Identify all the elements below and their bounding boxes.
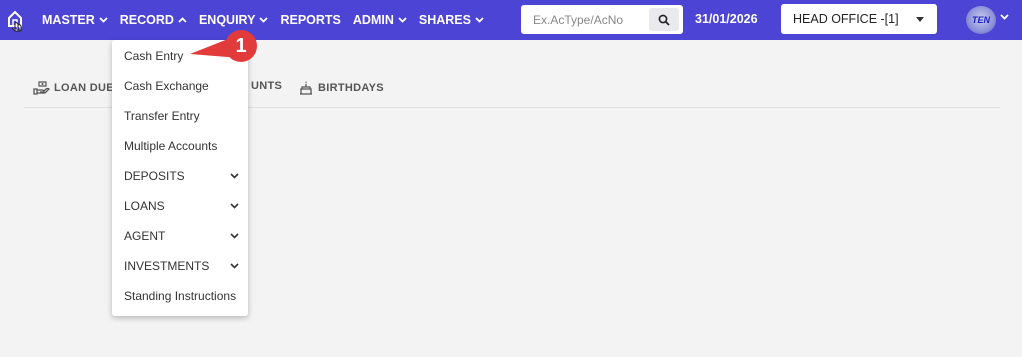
- chevron-down-icon: [230, 203, 239, 209]
- account-search: [521, 5, 683, 34]
- menu-item-label: INVESTMENTS: [124, 259, 210, 273]
- menu-item-label: Transfer Entry: [124, 109, 200, 123]
- tab-birthdays-label: BIRTHDAYS: [318, 81, 384, 94]
- menu-item-multiple-accounts[interactable]: Multiple Accounts: [124, 137, 239, 155]
- menu-item-label: DEPOSITS: [124, 169, 185, 183]
- nav-enquiry-label: ENQUIRY: [198, 13, 256, 27]
- menu-item-standing-instructions[interactable]: Standing Instructions: [124, 287, 239, 305]
- chevron-down-icon: [230, 263, 239, 269]
- menu-item-deposits[interactable]: DEPOSITS: [124, 167, 239, 185]
- top-navbar: MASTER RECORD ENQUIRY REPORTS ADMIN SHAR…: [0, 0, 1022, 40]
- logo-text: TEN: [972, 15, 990, 25]
- nav-shares-label: SHARES: [418, 13, 471, 27]
- nav-enquiry[interactable]: ENQUIRY: [199, 13, 269, 27]
- hand-coin-icon: [33, 81, 50, 95]
- caret-down-icon: [916, 17, 924, 22]
- business-date: 31/01/2026: [695, 12, 758, 26]
- menu-item-transfer-entry[interactable]: Transfer Entry: [124, 107, 239, 125]
- record-dropdown-menu: Cash Entry Cash Exchange Transfer Entry …: [112, 40, 248, 316]
- nav-admin-label: ADMIN: [352, 13, 394, 27]
- tab-loan-due-label: LOAN DUE: [54, 81, 114, 94]
- menu-item-label: Standing Instructions: [124, 289, 237, 303]
- nav-reports[interactable]: REPORTS: [280, 13, 340, 27]
- nav-master[interactable]: MASTER: [42, 13, 108, 27]
- branch-select-value: HEAD OFFICE -[1]: [793, 12, 899, 26]
- user-avatar-logo[interactable]: TEN: [966, 6, 996, 34]
- branch-select[interactable]: HEAD OFFICE -[1]: [781, 4, 937, 34]
- search-icon: [658, 14, 670, 26]
- home-icon[interactable]: [6, 9, 26, 32]
- chevron-down-icon: [99, 17, 108, 23]
- nav-shares[interactable]: SHARES: [419, 13, 484, 27]
- menu-item-label: AGENT: [124, 229, 166, 243]
- search-input[interactable]: [533, 6, 657, 33]
- tab-loan-due[interactable]: LOAN DUE: [33, 80, 114, 95]
- main-nav: MASTER RECORD ENQUIRY REPORTS ADMIN SHAR…: [42, 0, 496, 40]
- menu-item-label: Multiple Accounts: [124, 139, 218, 153]
- chevron-down-icon: [398, 17, 407, 23]
- nav-record-label: RECORD: [119, 13, 174, 27]
- menu-item-label: Cash Exchange: [124, 79, 209, 93]
- menu-item-agent[interactable]: AGENT: [124, 227, 239, 245]
- tab-birthdays[interactable]: BIRTHDAYS: [298, 80, 384, 95]
- nav-reports-label: REPORTS: [280, 13, 341, 27]
- chevron-down-icon: [475, 17, 484, 23]
- chevron-up-icon: [178, 17, 187, 23]
- menu-item-loans[interactable]: LOANS: [124, 197, 239, 215]
- tab-accounts[interactable]: UNTS: [251, 80, 282, 92]
- menu-item-cash-exchange[interactable]: Cash Exchange: [124, 77, 239, 95]
- menu-item-label: LOANS: [124, 199, 165, 213]
- chevron-down-icon: [230, 173, 239, 179]
- menu-item-investments[interactable]: INVESTMENTS: [124, 257, 239, 275]
- chevron-down-icon[interactable]: [1000, 14, 1009, 20]
- search-button[interactable]: [649, 8, 679, 31]
- chevron-down-icon: [230, 233, 239, 239]
- step-callout-number: 1: [235, 34, 247, 57]
- tab-accounts-label: UNTS: [251, 80, 283, 92]
- nav-record[interactable]: RECORD: [120, 13, 187, 27]
- chevron-down-icon: [259, 17, 269, 23]
- cake-icon: [300, 81, 312, 95]
- menu-item-label: Cash Entry: [124, 49, 184, 63]
- nav-master-label: MASTER: [42, 13, 95, 27]
- nav-admin[interactable]: ADMIN: [353, 13, 407, 27]
